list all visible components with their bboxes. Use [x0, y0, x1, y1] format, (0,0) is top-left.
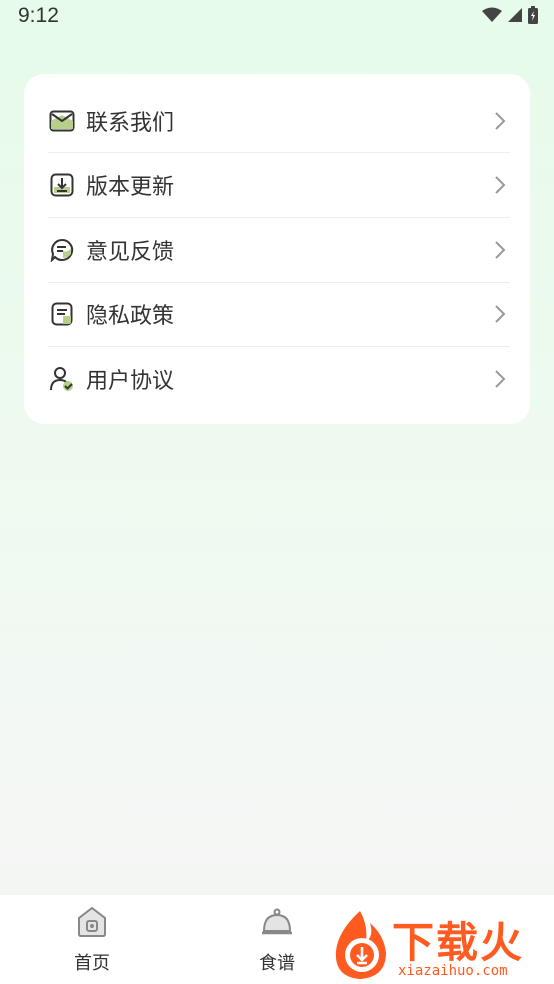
tab-recipes[interactable]: 食谱 — [232, 905, 322, 975]
status-icons — [482, 6, 538, 24]
tab-label: 首页 — [74, 953, 110, 974]
battery-icon — [528, 6, 538, 24]
menu-item-contact-us[interactable]: 联系我们 — [48, 89, 508, 153]
menu-item-label: 版本更新 — [86, 175, 175, 200]
chevron-right-icon — [495, 176, 506, 194]
status-bar: 9:12 — [0, 0, 554, 34]
cloche-icon — [262, 908, 292, 935]
chevron-right-icon — [495, 305, 506, 323]
chevron-right-icon — [495, 112, 506, 130]
watermark-url: xiazaihuo.com — [398, 963, 508, 979]
menu-item-feedback[interactable]: 意见反馈 — [48, 218, 508, 282]
flame-icon — [335, 911, 386, 979]
tab-home[interactable]: 首页 — [47, 905, 137, 975]
menu-item-label: 隐私政策 — [86, 304, 175, 329]
menu-item-label: 用户协议 — [86, 369, 175, 394]
chat-feedback-icon — [48, 236, 76, 264]
wifi-icon — [482, 7, 502, 22]
menu-item-label: 联系我们 — [86, 111, 175, 136]
menu-item-user-agreement[interactable]: 用户协议 — [48, 347, 508, 411]
document-icon — [48, 300, 76, 328]
mail-icon — [48, 107, 76, 135]
cellular-icon — [508, 8, 522, 22]
menu-item-version-update[interactable]: 版本更新 — [48, 153, 508, 217]
tab-label: 食谱 — [259, 953, 295, 974]
status-time: 9:12 — [18, 4, 59, 27]
menu-item-privacy-policy[interactable]: 隐私政策 — [48, 282, 508, 346]
chevron-right-icon — [495, 370, 506, 388]
watermark-logo: 下载火 xiazaihuo.com — [328, 905, 554, 984]
settings-card: 联系我们 版本更新 意见反馈 隐私政策 用户协议 — [24, 74, 530, 424]
user-check-icon — [48, 365, 76, 393]
menu-item-label: 意见反馈 — [86, 240, 175, 265]
home-icon — [78, 906, 106, 937]
download-icon — [48, 171, 76, 199]
chevron-right-icon — [495, 241, 506, 259]
watermark-text: 下载火 — [392, 918, 525, 967]
